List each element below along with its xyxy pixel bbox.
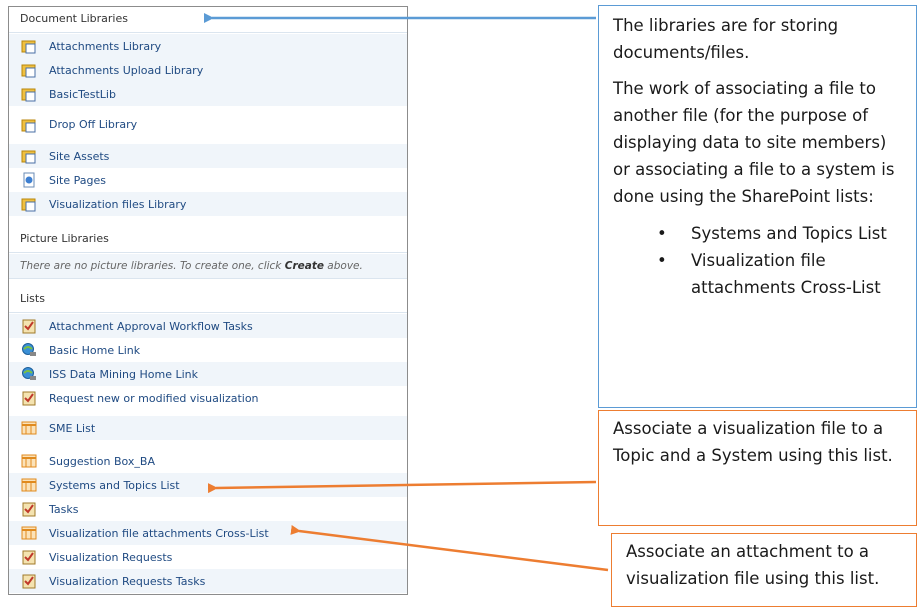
callout-bullet-list: Systems and Topics List Visualization fi… xyxy=(613,220,902,301)
library-item[interactable]: Visualization files Library xyxy=(9,192,407,216)
task-list-icon xyxy=(22,319,36,334)
library-item[interactable]: BasicTestLib xyxy=(9,82,407,106)
list-item[interactable]: Basic Home Link xyxy=(9,338,407,362)
link-globe-icon xyxy=(22,343,36,356)
picture-libraries-empty-message: There are no picture libraries. To creat… xyxy=(9,254,407,279)
picture-libraries-header: Picture Libraries xyxy=(9,227,407,253)
create-link[interactable]: Create xyxy=(285,260,324,272)
list-item[interactable]: Visualization Requests xyxy=(9,545,407,569)
libraries-explanation-callout: The libraries are for storing documents/… xyxy=(598,5,917,408)
list-item[interactable]: Tasks xyxy=(9,497,407,521)
library-item[interactable]: Site Pages xyxy=(9,168,407,192)
systems-topics-callout: Associate a visualization file to a Topi… xyxy=(598,410,917,526)
callout-paragraph: Associate a visualization file to a Topi… xyxy=(613,419,893,465)
grid-list-icon xyxy=(21,526,37,540)
library-item[interactable]: Site Assets xyxy=(9,144,407,168)
document-libraries-header: Document Libraries xyxy=(9,7,407,33)
grid-list-icon xyxy=(21,454,37,468)
folder-doc-icon xyxy=(21,119,36,132)
grid-list-icon xyxy=(21,478,37,492)
list-item[interactable]: Systems and Topics List xyxy=(9,473,407,497)
task-list-icon xyxy=(22,502,36,517)
library-item[interactable]: Drop Off Library xyxy=(9,106,407,143)
folder-doc-icon xyxy=(21,150,36,164)
list-item[interactable]: Visualization file attachments Cross-Lis… xyxy=(9,521,407,545)
task-list-icon xyxy=(22,550,36,565)
folder-doc-icon xyxy=(21,64,36,78)
callout-bullet: Visualization file attachments Cross-Lis… xyxy=(613,247,902,301)
library-item[interactable]: Attachments Library xyxy=(9,34,407,58)
callout-paragraph: The libraries are for storing documents/… xyxy=(613,16,839,62)
attachments-callout: Associate an attachment to a visualizati… xyxy=(611,533,917,607)
list-item[interactable]: SME List xyxy=(9,416,407,440)
library-item[interactable]: Attachments Upload Library xyxy=(9,58,407,82)
site-contents-panel: Document Libraries Attachments Library A… xyxy=(8,6,408,595)
folder-doc-icon xyxy=(21,198,36,212)
list-item[interactable]: Suggestion Box_BA xyxy=(9,449,407,473)
callout-paragraph: Associate an attachment to a visualizati… xyxy=(626,542,880,588)
link-globe-icon xyxy=(22,367,36,380)
list-item[interactable]: Visualization Requests Tasks xyxy=(9,569,407,593)
folder-doc-icon xyxy=(21,40,36,54)
list-item[interactable]: Attachment Approval Workflow Tasks xyxy=(9,314,407,338)
list-item[interactable]: Request new or modified visualization xyxy=(9,386,407,410)
folder-doc-icon xyxy=(21,88,36,102)
page-icon xyxy=(23,172,35,188)
lists-header: Lists xyxy=(9,287,407,313)
grid-list-icon xyxy=(21,421,37,435)
callout-paragraph: The work of associating a file to anothe… xyxy=(613,79,895,206)
task-list-icon xyxy=(22,391,36,406)
task-list-icon xyxy=(22,574,36,589)
callout-bullet: Systems and Topics List xyxy=(613,220,902,247)
list-item[interactable]: ISS Data Mining Home Link xyxy=(9,362,407,386)
